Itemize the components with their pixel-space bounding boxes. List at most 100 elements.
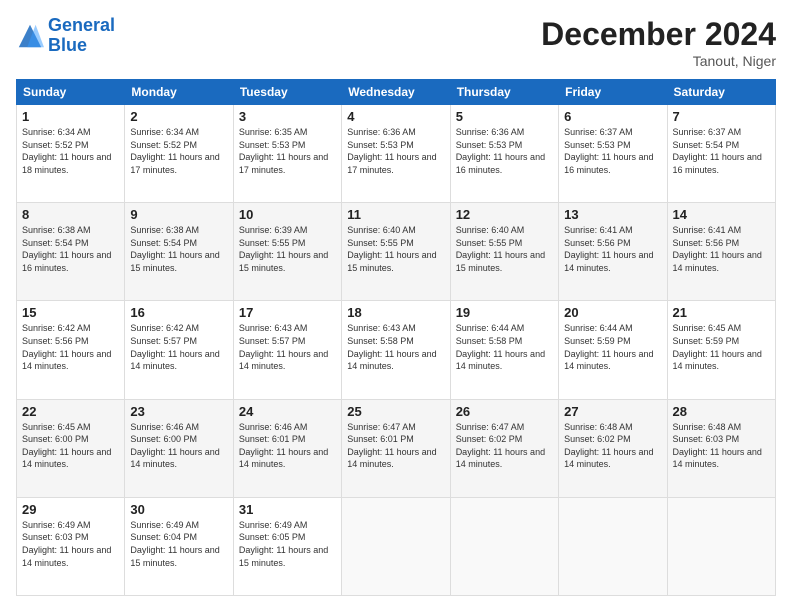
day-info: Sunrise: 6:41 AMSunset: 5:56 PMDaylight:… [673, 224, 770, 274]
sunrise-info: Sunrise: 6:38 AM [130, 225, 199, 235]
day-number: 1 [22, 109, 119, 124]
calendar-week-row: 1Sunrise: 6:34 AMSunset: 5:52 PMDaylight… [17, 105, 776, 203]
sunrise-info: Sunrise: 6:41 AM [564, 225, 633, 235]
day-info: Sunrise: 6:39 AM Sunset: 5:55 PM Daylight:… [239, 224, 336, 274]
calendar-cell [559, 497, 667, 595]
sunset-info: Sunset: 6:02 PM [564, 434, 631, 444]
calendar-cell: 15Sunrise: 6:42 AMSunset: 5:56 PMDayligh… [17, 301, 125, 399]
day-number: 24 [239, 404, 336, 419]
calendar-week-row: 22Sunrise: 6:45 AMSunset: 6:00 PMDayligh… [17, 399, 776, 497]
day-info: Sunrise: 6:37 AMSunset: 5:53 PMDaylight:… [564, 126, 661, 176]
calendar-cell: 30Sunrise: 6:49 AMSunset: 6:04 PMDayligh… [125, 497, 233, 595]
sunset-info: Sunset: 5:53 PM [239, 140, 306, 150]
sunrise-info: Sunrise: 6:39 AM [239, 225, 308, 235]
daylight-hours: Daylight: 11 hours and 15 minutes. [130, 545, 219, 568]
calendar-cell: 2Sunrise: 6:34 AMSunset: 5:52 PMDaylight… [125, 105, 233, 203]
daylight-hours: Daylight: 11 hours and 14 minutes. [564, 250, 653, 273]
daylight-hours: Daylight: 11 hours and 16 minutes. [456, 152, 545, 175]
day-info: Sunrise: 6:43 AMSunset: 5:57 PMDaylight:… [239, 322, 336, 372]
sunrise-info: Sunrise: 6:40 AM [456, 225, 525, 235]
sunrise-info: Sunrise: 6:38 AM [22, 225, 91, 235]
daylight-hours: Daylight: 11 hours and 14 minutes. [564, 447, 653, 470]
calendar-cell: 14Sunrise: 6:41 AMSunset: 5:56 PMDayligh… [667, 203, 775, 301]
calendar-cell: 20Sunrise: 6:44 AMSunset: 5:59 PMDayligh… [559, 301, 667, 399]
daylight-hours: Daylight: 11 hours and 14 minutes. [347, 447, 436, 470]
calendar-cell: 31Sunrise: 6:49 AMSunset: 6:05 PMDayligh… [233, 497, 341, 595]
sunrise-info: Sunrise: 6:35 AM [239, 127, 308, 137]
day-info: Sunrise: 6:46 AMSunset: 6:01 PMDaylight:… [239, 421, 336, 471]
day-info: Sunrise: 6:35 AMSunset: 5:53 PMDaylight:… [239, 126, 336, 176]
calendar-cell: 27Sunrise: 6:48 AMSunset: 6:02 PMDayligh… [559, 399, 667, 497]
day-number: 26 [456, 404, 553, 419]
sunset-info: Sunset: 5:54 PM [673, 140, 740, 150]
daylight-hours: Daylight: 11 hours and 18 minutes. [22, 152, 111, 175]
sunrise-info: Sunrise: 6:42 AM [130, 323, 199, 333]
calendar-cell: 29Sunrise: 6:49 AMSunset: 6:03 PMDayligh… [17, 497, 125, 595]
day-info: Sunrise: 6:40 AMSunset: 5:55 PMDaylight:… [456, 224, 553, 274]
daylight-hours: Daylight: 11 hours and 14 minutes. [239, 349, 328, 372]
page: General Blue December 2024 Tanout, Niger… [0, 0, 792, 612]
daylight-hours: Daylight: 11 hours and 14 minutes. [456, 349, 545, 372]
day-info: Sunrise: 6:36 AMSunset: 5:53 PMDaylight:… [456, 126, 553, 176]
calendar-week-row: 8 Sunrise: 6:38 AMSunset: 5:54 PMDaylight… [17, 203, 776, 301]
day-info: Sunrise: 6:44 AMSunset: 5:58 PMDaylight:… [456, 322, 553, 372]
weekday-header: Saturday [667, 80, 775, 105]
day-info: Sunrise: 6:37 AMSunset: 5:54 PMDaylight:… [673, 126, 770, 176]
calendar-header-row: SundayMondayTuesdayWednesdayThursdayFrid… [17, 80, 776, 105]
daylight-hours: Daylight: 11 hours and 15 minutes. [239, 545, 328, 568]
daylight-hours: Daylight: 11 hours and 15 minutes. [239, 250, 328, 273]
sunrise-info: Sunrise: 6:49 AM [22, 520, 91, 530]
calendar: SundayMondayTuesdayWednesdayThursdayFrid… [16, 79, 776, 596]
daylight-hours: Daylight: 11 hours and 15 minutes. [130, 250, 219, 273]
calendar-cell: 13 Sunrise: 6:41 AM Sunset: 5:56 PM Dayligh… [559, 203, 667, 301]
daylight-hours: Daylight: 11 hours and 15 minutes. [456, 250, 545, 273]
day-number: 23 [130, 404, 227, 419]
sunset-info: Sunset: 5:58 PM [347, 336, 414, 346]
calendar-cell: 24 Sunrise: 6:46 AMSunset: 6:01 PMDayligh… [233, 399, 341, 497]
sunrise-info: Sunrise: 6:44 AM [564, 323, 633, 333]
day-info: Sunrise: 6:42 AMSunset: 5:57 PMDaylight:… [130, 322, 227, 372]
weekday-header: Sunday [17, 80, 125, 105]
day-info: Sunrise: 6:47 AMSunset: 6:02 PMDaylight:… [456, 421, 553, 471]
day-info: Sunrise: 6:41 AM Sunset: 5:56 PM Daylight:… [564, 224, 661, 274]
daylight-hours: Daylight: 11 hours and 14 minutes. [673, 447, 762, 470]
sunset-info: Sunset: 6:03 PM [22, 532, 89, 542]
sunset-info: Sunset: 5:55 PM [239, 238, 306, 248]
day-info: Sunrise: 6:45 AMSunset: 6:00 PMDaylight:… [22, 421, 119, 471]
day-number: 13 [564, 207, 661, 222]
day-number: 28 [673, 404, 770, 419]
sunrise-info: Sunrise: 6:49 AM [130, 520, 199, 530]
sunset-info: Sunset: 5:56 PM [564, 238, 631, 248]
daylight-hours: Daylight: 11 hours and 14 minutes. [456, 447, 545, 470]
calendar-cell: 12Sunrise: 6:40 AMSunset: 5:55 PMDayligh… [450, 203, 558, 301]
day-info: Sunrise: 6:38 AMSunset: 5:54 PMDaylight:… [130, 224, 227, 274]
day-number: 8 [22, 207, 119, 222]
sunrise-info: Sunrise: 6:49 AM [239, 520, 308, 530]
day-info: Sunrise: 6:36 AMSunset: 5:53 PMDaylight:… [347, 126, 444, 176]
sunset-info: Sunset: 6:01 PM [347, 434, 414, 444]
day-number: 10 [239, 207, 336, 222]
sunset-info: Sunset: 5:59 PM [673, 336, 740, 346]
calendar-cell: 11Sunrise: 6:40 AMSunset: 5:55 PMDayligh… [342, 203, 450, 301]
calendar-cell: 8Sunrise: 6:38 AMSunset: 5:54 PMDaylight… [17, 203, 125, 301]
day-info: Sunrise: 6:49 AMSunset: 6:04 PMDaylight:… [130, 519, 227, 569]
day-number: 25 [347, 404, 444, 419]
day-info: Sunrise: 6:48 AMSunset: 6:02 PMDaylight:… [564, 421, 661, 471]
sunrise-info: Sunrise: 6:43 AM [239, 323, 308, 333]
day-info: Sunrise: 6:44 AMSunset: 5:59 PMDaylight:… [564, 322, 661, 372]
daylight-hours: Daylight: 11 hours and 14 minutes. [130, 447, 219, 470]
day-number: 17 [239, 305, 336, 320]
calendar-cell: 21Sunrise: 6:45 AMSunset: 5:59 PMDayligh… [667, 301, 775, 399]
calendar-cell: 28 Sunrise: 6:48 AMSunset: 6:03 PMDayligh… [667, 399, 775, 497]
calendar-cell: 23Sunrise: 6:46 AMSunset: 6:00 PMDayligh… [125, 399, 233, 497]
sunrise-info: Sunrise: 6:45 AM [673, 323, 742, 333]
day-number: 6 [564, 109, 661, 124]
day-info: Sunrise: 6:48 AMSunset: 6:03 PMDaylight:… [673, 421, 770, 471]
calendar-cell: 1Sunrise: 6:34 AMSunset: 5:52 PMDaylight… [17, 105, 125, 203]
day-number: 21 [673, 305, 770, 320]
sunset-info: Sunset: 5:52 PM [130, 140, 197, 150]
day-info: Sunrise: 6:47 AMSunset: 6:01 PMDaylight:… [347, 421, 444, 471]
title-location: Tanout, Niger [541, 53, 776, 69]
day-info: Sunrise: 6:45 AMSunset: 5:59 PMDaylight:… [673, 322, 770, 372]
calendar-week-row: 15Sunrise: 6:42 AMSunset: 5:56 PMDayligh… [17, 301, 776, 399]
